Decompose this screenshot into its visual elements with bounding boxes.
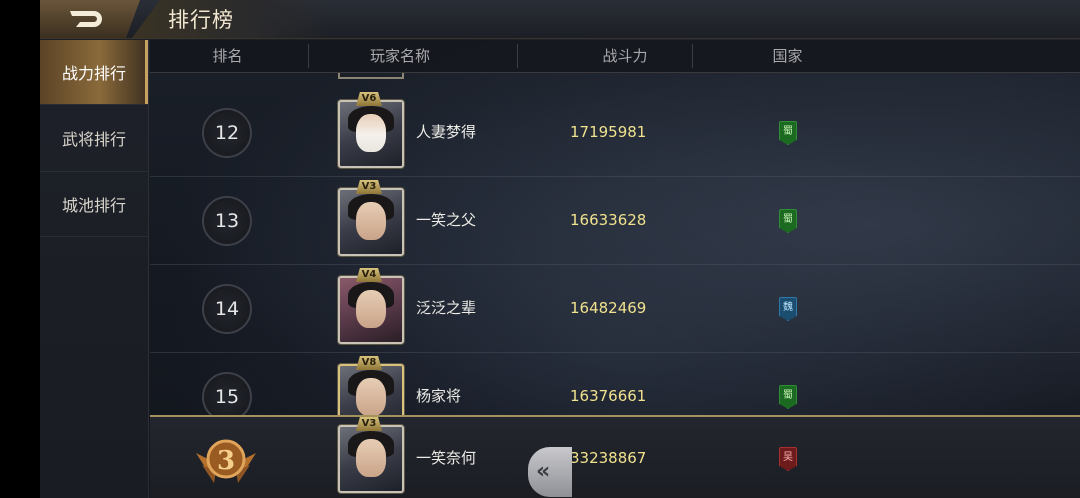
avatar-face xyxy=(356,202,386,240)
rank-badge: 14 xyxy=(202,284,252,334)
rank-badge: 12 xyxy=(202,108,252,158)
column-divider xyxy=(517,44,518,68)
vip-badge: V3 xyxy=(356,180,382,194)
sidebar-item-city-ranking[interactable]: 城池排行 xyxy=(40,172,148,237)
player-name: 泛泛之辈 xyxy=(416,299,477,317)
country-flag-icon: 蜀 xyxy=(779,385,797,409)
sidebar-item-label: 武将排行 xyxy=(61,130,126,149)
collapse-toggle-button[interactable]: « xyxy=(528,447,572,497)
country-flag-icon: 蜀 xyxy=(779,121,797,145)
avatar[interactable] xyxy=(338,276,404,344)
avatar-face xyxy=(356,114,386,152)
rank-badge: 15 xyxy=(202,372,252,415)
power-value: 16482469 xyxy=(570,299,647,317)
back-arrow-icon xyxy=(70,11,102,27)
column-divider xyxy=(692,44,693,68)
power-value: 33238867 xyxy=(570,449,647,467)
column-power: 战斗力 xyxy=(602,47,648,65)
column-rank: 排名 xyxy=(212,47,243,65)
table-row[interactable]: 12 V6 人妻梦得 17195981 蜀 xyxy=(150,88,1080,177)
avatar[interactable] xyxy=(338,188,404,256)
avatar-face xyxy=(356,290,386,328)
my-rank-row[interactable]: 3 V3 一笑奈何 33238867 吴 « xyxy=(150,415,1080,498)
sidebar-item-power-ranking[interactable]: 战力排行 xyxy=(40,40,148,105)
vip-badge: V6 xyxy=(356,92,382,106)
player-name: 人妻梦得 xyxy=(416,123,477,141)
double-chevron-left-icon: « xyxy=(536,459,551,484)
vip-badge: V4 xyxy=(356,268,382,282)
power-value: 16376661 xyxy=(570,387,647,405)
table-row[interactable]: 13 V3 一笑之父 16633628 蜀 xyxy=(150,176,1080,265)
country-flag-icon: 魏 xyxy=(779,297,797,321)
column-country: 国家 xyxy=(772,47,803,65)
sidebar-item-label: 城池排行 xyxy=(61,196,126,215)
avatar[interactable] xyxy=(338,425,404,493)
back-button[interactable] xyxy=(40,0,140,38)
avatar[interactable] xyxy=(338,100,404,168)
rank-medal-number: 3 xyxy=(217,446,235,476)
sidebar-item-general-ranking[interactable]: 武将排行 xyxy=(40,105,148,172)
avatar-frame-partial xyxy=(338,73,404,79)
page-title: 排行榜 xyxy=(168,8,234,32)
power-value: 17195981 xyxy=(570,123,647,141)
player-name: 一笑奈何 xyxy=(416,449,477,467)
country-flag-icon: 蜀 xyxy=(779,209,797,233)
avatar-face xyxy=(356,439,386,477)
header-bar: 排行榜 xyxy=(40,0,1080,39)
rank-medal-icon: 3 xyxy=(196,439,256,483)
table-row[interactable]: 14 V4 泛泛之辈 16482469 魏 xyxy=(150,264,1080,353)
ranking-list[interactable]: 12 V6 人妻梦得 17195981 蜀 13 V3 一笑之父 1663362… xyxy=(150,73,1080,415)
rank-badge: 13 xyxy=(202,196,252,246)
sidebar: 战力排行 武将排行 城池排行 xyxy=(40,40,149,498)
sidebar-item-label: 战力排行 xyxy=(61,64,126,83)
country-flag-icon: 吴 xyxy=(779,447,797,471)
player-name: 一笑之父 xyxy=(416,211,477,229)
avatar-face xyxy=(356,378,386,415)
vip-badge: V3 xyxy=(356,417,382,431)
column-header: 排名 玩家名称 战斗力 国家 xyxy=(150,40,1080,73)
column-divider xyxy=(308,44,309,68)
column-player: 玩家名称 xyxy=(369,47,430,65)
table-row[interactable]: 15 V8 杨家将 16376661 蜀 xyxy=(150,352,1080,415)
avatar[interactable] xyxy=(338,364,404,415)
player-name: 杨家将 xyxy=(416,387,462,405)
vip-badge: V8 xyxy=(356,356,382,370)
game-screen: 排行榜 战力排行 武将排行 城池排行 排名 玩家名称 战斗力 国家 12 V6 … xyxy=(40,0,1080,498)
power-value: 16633628 xyxy=(570,211,647,229)
